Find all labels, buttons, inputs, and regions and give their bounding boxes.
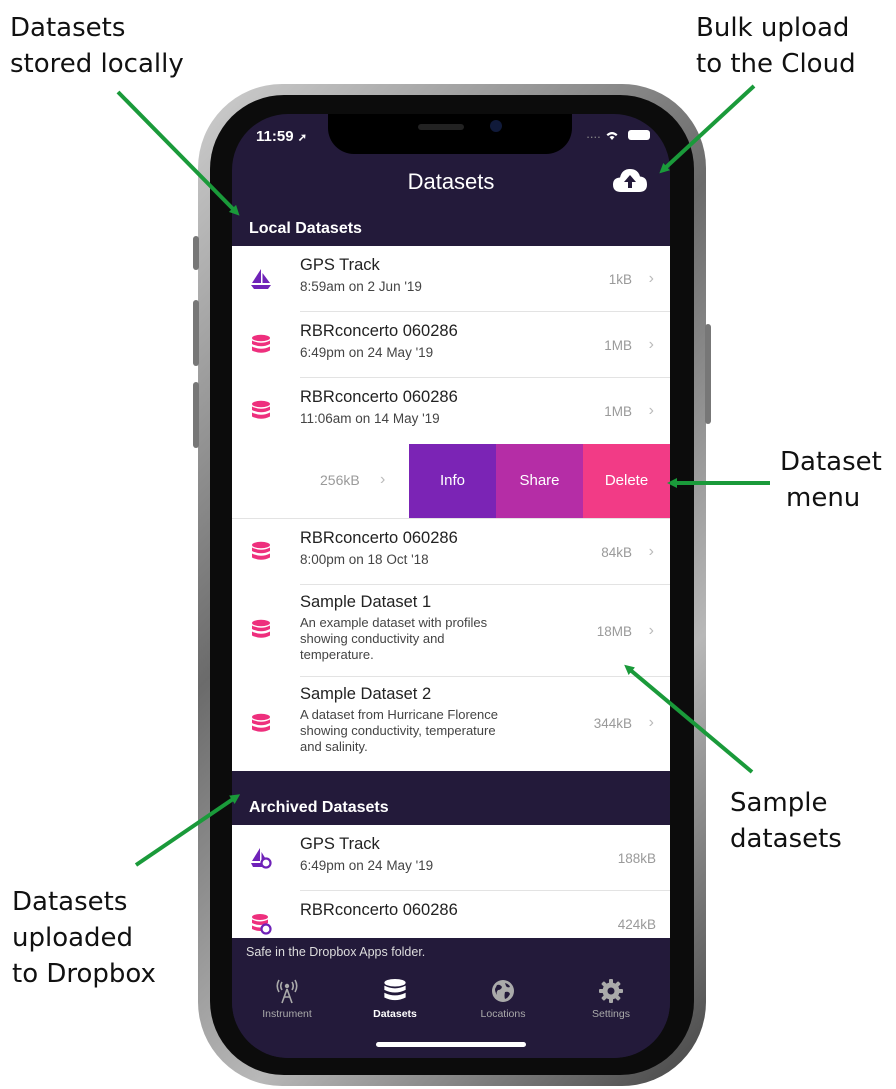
dataset-size: 344kB (593, 716, 632, 731)
dataset-size: 1MB (604, 338, 632, 353)
tab-locations[interactable]: Locations (458, 978, 548, 1020)
cloud-upload-icon[interactable] (612, 166, 648, 196)
database-icon (252, 541, 270, 560)
database-icon (252, 713, 270, 732)
dataset-timestamp: 8:00pm on 18 Oct '18 (300, 552, 429, 567)
chevron-right-icon: › (648, 402, 654, 419)
database-cloud-icon (252, 914, 272, 935)
dataset-size: 84kB (601, 545, 632, 560)
list-item[interactable]: RBRconcerto 060286 424kB (232, 891, 670, 938)
dataset-title: RBRconcerto 060286 (300, 901, 458, 919)
chevron-right-icon: › (380, 471, 386, 488)
dataset-description: An example dataset with profiles showing… (300, 615, 488, 662)
dataset-size: 424kB (617, 917, 656, 932)
page-title: Datasets (407, 169, 495, 194)
chevron-right-icon: › (648, 543, 654, 560)
dataset-timestamp: 8:59am on 2 Jun '19 (300, 279, 422, 294)
archived-datasets-header: Archived Datasets (232, 791, 670, 825)
list-item[interactable]: RBRconcerto 060286 8:00pm on 18 Oct '18 … (232, 519, 670, 585)
sailboat-cloud-icon (251, 848, 272, 869)
annotation-datasets-stored-locally: Datasets stored locally (10, 13, 184, 79)
tab-instrument[interactable]: Instrument (242, 978, 332, 1020)
chevron-right-icon: › (648, 270, 654, 287)
tab-bar: Safe in the Dropbox Apps folder. Instrum… (232, 938, 670, 1058)
list-item[interactable]: RBRconcerto 060286 11:06am on 14 May '19… (232, 378, 670, 444)
annotation-datasets-uploaded-dropbox: Datasets uploaded to Dropbox (12, 887, 156, 989)
local-datasets-list: GPS Track 8:59am on 2 Jun '19 1kB › RBRc… (232, 246, 670, 771)
antenna-icon (276, 979, 298, 1004)
dropbox-banner: Safe in the Dropbox Apps folder. (246, 945, 426, 959)
dataset-timestamp: 6:49pm on 24 May '19 (300, 345, 434, 360)
dataset-size: 18MB (596, 624, 632, 639)
globe-icon (492, 980, 514, 1002)
annotation-bulk-upload: Bulk upload to the Cloud (696, 13, 856, 79)
database-icon (384, 978, 406, 1001)
volume-down-button (193, 382, 199, 448)
dataset-title: GPS Track (300, 256, 380, 274)
chevron-right-icon: › (648, 336, 654, 353)
dataset-size: 1kB (608, 272, 632, 287)
dataset-timestamp: 11:06am on 14 May '19 (300, 411, 440, 426)
dataset-title: GPS Track (300, 835, 380, 853)
dataset-timestamp: 6:49pm on 24 May '19 (300, 858, 434, 873)
home-indicator[interactable] (376, 1042, 526, 1047)
archived-datasets-list: GPS Track 6:49pm on 24 May '19 188kB RBR… (232, 825, 670, 938)
dataset-size: 1MB (604, 404, 632, 419)
swiped-dataset-row[interactable]: 256kB › Info Share Delete (232, 444, 670, 518)
annotation-dataset-menu: Dataset menu (780, 447, 882, 513)
wifi-icon (606, 131, 618, 140)
dataset-title: RBRconcerto 060286 (300, 529, 458, 547)
database-icon (252, 619, 270, 638)
chevron-right-icon: › (648, 714, 654, 731)
dataset-title: RBRconcerto 060286 (300, 388, 458, 406)
dataset-title: Sample Dataset 2 (300, 685, 432, 703)
gear-icon (599, 979, 623, 1003)
speaker (418, 124, 464, 130)
list-item[interactable]: Sample Dataset 2 A dataset from Hurrican… (232, 677, 670, 771)
battery-icon (628, 129, 650, 140)
location-arrow-icon: ➚ (297, 132, 307, 144)
dataset-title: Sample Dataset 1 (300, 593, 432, 611)
sailboat-icon (251, 269, 271, 289)
status-indicators: .... (586, 126, 650, 141)
annotation-sample-datasets: Sample datasets (730, 788, 842, 854)
info-button[interactable]: Info (409, 444, 496, 518)
database-icon (252, 400, 270, 419)
local-datasets-header: Local Datasets (232, 212, 670, 246)
dataset-size: 256kB (320, 472, 360, 488)
volume-up-button (193, 300, 199, 366)
tab-settings[interactable]: Settings (566, 978, 656, 1020)
delete-button[interactable]: Delete (583, 444, 670, 518)
power-button (705, 324, 711, 424)
dataset-description: A dataset from Hurricane Florence showin… (300, 707, 498, 754)
mute-switch (193, 236, 199, 270)
dataset-title: RBRconcerto 060286 (300, 322, 458, 340)
share-button[interactable]: Share (496, 444, 583, 518)
tab-datasets[interactable]: Datasets (350, 978, 440, 1020)
list-item[interactable]: GPS Track 6:49pm on 24 May '19 188kB (232, 825, 670, 891)
dataset-size: 188kB (617, 851, 656, 866)
database-icon (252, 334, 270, 353)
notch (328, 114, 572, 154)
chevron-right-icon: › (648, 622, 654, 639)
list-item[interactable]: RBRconcerto 060286 6:49pm on 24 May '19 … (232, 312, 670, 378)
camera (490, 120, 502, 132)
app-screen: 11:59 ➚ .... Datasets Local Datasets GPS… (232, 114, 670, 1058)
list-item[interactable]: GPS Track 8:59am on 2 Jun '19 1kB › (232, 246, 670, 312)
status-time: 11:59 ➚ (256, 128, 307, 145)
list-item[interactable]: Sample Dataset 1 An example dataset with… (232, 585, 670, 677)
